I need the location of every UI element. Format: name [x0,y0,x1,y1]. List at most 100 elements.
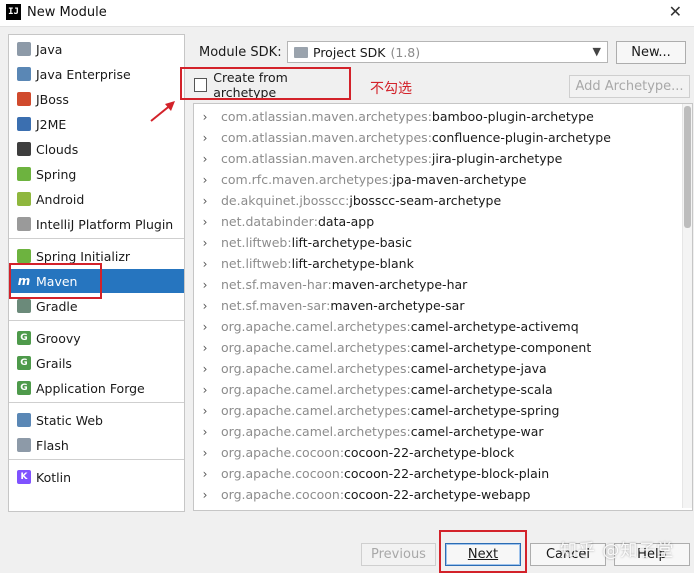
archetype-artifact: confluence-plugin-archetype [431,130,611,145]
archetype-artifact: camel-archetype-activemq [410,319,579,334]
previous-button[interactable]: Previous [361,543,436,566]
module-type-label: Kotlin [36,469,71,485]
archetype-group: com.atlassian.maven.archetypes [221,151,428,166]
module-type-java-enterprise[interactable]: Java Enterprise [9,62,184,86]
chevron-right-icon[interactable]: › [200,257,210,271]
spring-initializr-icon [17,249,31,263]
archetype-row[interactable]: › org.apache.camel.archetypes: camel-arche… [194,316,674,337]
chevron-right-icon[interactable]: › [200,110,210,124]
archetype-artifact: camel-archetype-war [410,424,544,439]
scrollbar[interactable] [682,104,692,508]
grails-icon: G [17,356,31,370]
archetype-row[interactable]: › org.apache.camel.archetypes: camel-arche… [194,400,674,421]
cloud-icon [17,142,31,156]
chevron-right-icon[interactable]: › [200,467,210,481]
module-type-spring[interactable]: Spring [9,162,184,186]
chevron-right-icon[interactable]: › [200,404,210,418]
module-type-java[interactable]: Java [9,37,184,61]
jboss-icon [17,92,31,106]
annotation-box-next [439,530,527,573]
archetype-group: com.atlassian.maven.archetypes [221,109,428,124]
archetype-artifact: jira-plugin-archetype [431,151,563,166]
chevron-right-icon[interactable]: › [200,131,210,145]
archetype-group: net.databinder [221,214,314,229]
sdk-value: Project SDK [313,44,386,60]
archetype-row[interactable]: › com.atlassian.maven.archetypes: confluen… [194,127,674,148]
module-type-intellij-platform-plugin[interactable]: IntelliJ Platform Plugin [9,212,184,236]
chevron-right-icon[interactable]: › [200,425,210,439]
archetype-row[interactable]: › net.liftweb: lift-archetype-blank [194,253,674,274]
list-separator [9,459,184,460]
module-type-flash[interactable]: Flash [9,433,184,457]
module-type-label: J2ME [36,116,67,132]
chevron-right-icon[interactable]: › [200,488,210,502]
chevron-right-icon[interactable]: › [200,362,210,376]
chevron-right-icon[interactable]: › [200,278,210,292]
chevron-right-icon[interactable]: › [200,446,210,460]
module-type-android[interactable]: Android [9,187,184,211]
archetype-row[interactable]: › com.atlassian.maven.archetypes: jira-plu… [194,148,674,169]
sdk-version: (1.8) [390,44,421,60]
archetype-artifact: camel-archetype-java [410,361,547,376]
archetype-row[interactable]: › org.apache.cocoon: cocoon-22-archetype-w… [194,484,674,505]
spring-icon [17,167,31,181]
module-type-grails[interactable]: G Grails [9,351,184,375]
archetype-row[interactable]: › com.rfc.maven.archetypes: jpa-maven-arch… [194,169,674,190]
archetype-artifact: cocoon-22-archetype-webapp [344,487,531,502]
archetype-artifact: camel-archetype-component [410,340,592,355]
archetype-row[interactable]: › org.apache.camel.archetypes: camel-arche… [194,337,674,358]
module-type-label: Application Forge [36,380,145,396]
module-type-label: Flash [36,437,69,453]
archetype-row[interactable]: › org.apache.camel.archetypes: camel-arche… [194,421,674,442]
close-icon[interactable]: ✕ [669,2,682,21]
module-type-static-web[interactable]: Static Web [9,408,184,432]
chevron-right-icon[interactable]: › [200,215,210,229]
archetype-row[interactable]: › org.apache.camel.archetypes: camel-arche… [194,358,674,379]
archetype-artifact: maven-archetype-sar [330,298,465,313]
archetype-row[interactable]: › org.apache.cocoon: cocoon-22-archetype-b… [194,463,674,484]
module-type-groovy[interactable]: G Groovy [9,326,184,350]
module-type-application-forge[interactable]: G Application Forge [9,376,184,400]
annotation-arrow-icon [150,101,175,122]
archetype-group: net.liftweb [221,256,288,271]
new-sdk-button[interactable]: New... [616,41,686,64]
archetype-row[interactable]: › net.sf.maven-har: maven-archetype-har [194,274,674,295]
module-sdk-select[interactable]: Project SDK (1.8) ▼ [287,41,608,63]
scrollbar-thumb[interactable] [684,106,691,228]
chevron-right-icon[interactable]: › [200,299,210,313]
chevron-right-icon[interactable]: › [200,173,210,187]
archetype-row[interactable]: › com.atlassian.maven.archetypes: bamboo-p… [194,106,674,127]
chevron-right-icon[interactable]: › [200,236,210,250]
chevron-right-icon[interactable]: › [200,320,210,334]
module-type-kotlin[interactable]: K Kotlin [9,465,184,489]
module-type-clouds[interactable]: Clouds [9,137,184,161]
archetype-row[interactable]: › org.apache.camel.archetypes: camel-arche… [194,379,674,400]
archetype-artifact: maven-archetype-har [331,277,468,292]
chevron-right-icon[interactable]: › [200,194,210,208]
module-type-label: Clouds [36,141,79,157]
archetype-row[interactable]: › org.apache.cocoon: cocoon-22-archetype-b… [194,442,674,463]
window-title: New Module [27,5,107,20]
archetype-list[interactable]: › com.atlassian.maven.archetypes: bamboo-p… [193,103,693,511]
chevron-right-icon[interactable]: › [200,152,210,166]
archetype-artifact: lift-archetype-blank [291,256,414,271]
module-type-label: Java [36,41,63,57]
chevron-right-icon[interactable]: › [200,383,210,397]
sdk-folder-icon [294,46,308,58]
archetype-row[interactable]: › de.akquinet.jbosscc: jbosscc-seam-archet… [194,190,674,211]
archetype-row[interactable]: › net.databinder: data-app [194,211,674,232]
archetype-row[interactable]: › net.sf.maven-sar: maven-archetype-sar [194,295,674,316]
forge-icon: G [17,381,31,395]
archetype-group: com.rfc.maven.archetypes [221,172,389,187]
add-archetype-button[interactable]: Add Archetype... [569,75,690,98]
archetype-group: org.apache.camel.archetypes [221,340,407,355]
archetype-group: net.sf.maven-sar [221,298,327,313]
archetype-group: com.atlassian.maven.archetypes [221,130,428,145]
archetype-group: org.apache.camel.archetypes [221,424,407,439]
annotation-box-archetype [180,67,351,100]
archetype-artifact: camel-archetype-spring [410,403,560,418]
kotlin-icon: K [17,470,31,484]
chevron-right-icon[interactable]: › [200,341,210,355]
archetype-group: org.apache.camel.archetypes [221,319,407,334]
archetype-row[interactable]: › net.liftweb: lift-archetype-basic [194,232,674,253]
